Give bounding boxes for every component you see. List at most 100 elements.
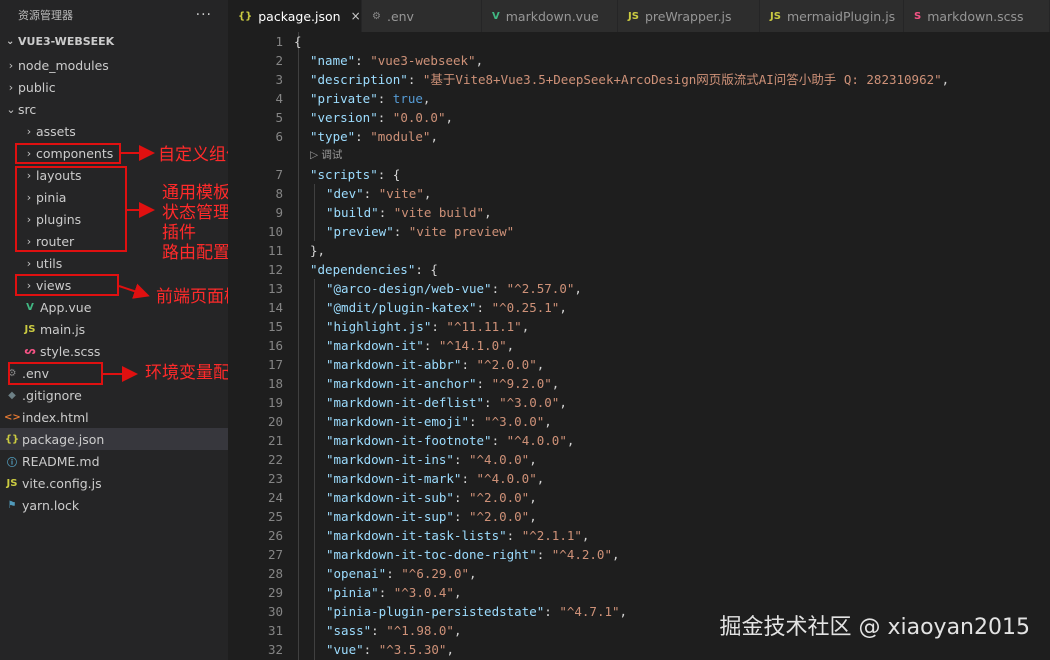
code-line: "version": "0.0.0", bbox=[294, 108, 1050, 127]
line-number: 19 bbox=[267, 395, 283, 410]
tab-env[interactable]: ⚙ .env bbox=[362, 0, 482, 32]
line-number: 9 bbox=[275, 205, 283, 220]
json-punctuation: , bbox=[453, 585, 462, 600]
code-line: }, bbox=[294, 241, 1050, 260]
json-key: "markdown-it-ins" bbox=[326, 452, 454, 467]
json-punctuation: : bbox=[393, 224, 409, 239]
line-number: 4 bbox=[275, 91, 283, 106]
json-key: "markdown-it-sub" bbox=[326, 490, 454, 505]
json-string: "vite preview" bbox=[408, 224, 515, 239]
code-line: "markdown-it-deflist": "^3.0.0", bbox=[294, 393, 1050, 412]
json-key: "type" bbox=[310, 129, 356, 144]
close-icon[interactable]: × bbox=[351, 9, 361, 23]
line-number: 1 bbox=[275, 34, 283, 49]
line-number: 12 bbox=[267, 262, 283, 277]
json-key: "pinia-plugin-persistedstate" bbox=[326, 604, 545, 619]
json-punctuation: : bbox=[431, 319, 447, 334]
json-punctuation: , bbox=[529, 509, 537, 524]
json-boolean: true bbox=[392, 91, 423, 106]
json-punctuation: , bbox=[536, 357, 545, 372]
json-punctuation: : bbox=[476, 376, 492, 391]
json-key: "markdown-it-deflist" bbox=[326, 395, 485, 410]
line-number bbox=[228, 146, 283, 165]
line-number: 6 bbox=[275, 129, 283, 144]
line-number: 2 bbox=[275, 53, 283, 68]
tab-mermaidplugin-js[interactable]: JS mermaidPlugin.js bbox=[760, 0, 904, 32]
json-key: "@arco-design/web-vue" bbox=[326, 281, 492, 296]
code-area[interactable]: {"name": "vue3-webseek", "description": "… bbox=[294, 32, 1050, 659]
json-key: "openai" bbox=[326, 566, 387, 581]
line-number: 11 bbox=[267, 243, 283, 258]
tab-label: .env bbox=[386, 8, 414, 24]
line-number: 27 bbox=[267, 547, 283, 562]
json-string: "基于Vite8+Vue3.5+DeepSeek+ArcoDesign网页版流式… bbox=[422, 72, 942, 87]
json-punctuation: , bbox=[446, 642, 454, 657]
json-punctuation: , bbox=[484, 205, 492, 220]
json-punctuation: , bbox=[529, 490, 537, 505]
code-line: "scripts": { bbox=[294, 165, 1050, 184]
line-number: 18 bbox=[267, 376, 283, 391]
line-number: 7 bbox=[275, 167, 283, 182]
json-string: "vue3-webseek" bbox=[370, 53, 476, 68]
line-number: 17 bbox=[267, 357, 283, 372]
json-punctuation: , bbox=[612, 547, 620, 562]
tab-label: markdown.vue bbox=[505, 8, 599, 24]
json-key: "markdown-it-anchor" bbox=[326, 376, 477, 391]
json-punctuation: : bbox=[363, 642, 379, 657]
debug-codelens[interactable]: ▷ 调试 bbox=[294, 146, 1050, 165]
annotation-router: 路由配置 bbox=[162, 243, 230, 263]
json-punctuation: , bbox=[566, 433, 575, 448]
code-line: "build": "vite build", bbox=[294, 203, 1050, 222]
code-line: "private": true, bbox=[294, 89, 1050, 108]
json-punctuation: , bbox=[453, 623, 462, 638]
json-punctuation: , bbox=[559, 300, 567, 315]
json-string: "vite" bbox=[378, 186, 424, 201]
json-punctuation: : bbox=[544, 604, 560, 619]
json-punctuation: : bbox=[476, 300, 492, 315]
json-key: "markdown-it-mark" bbox=[326, 471, 462, 486]
js-file-icon: JS bbox=[628, 10, 639, 22]
line-number: 21 bbox=[267, 433, 283, 448]
tab-markdown-vue[interactable]: Vmarkdown.vue bbox=[482, 0, 618, 32]
json-punctuation: , bbox=[529, 452, 537, 467]
json-punctuation: , bbox=[475, 53, 484, 68]
code-line: "@mdit/plugin-katex": "^0.25.1", bbox=[294, 298, 1050, 317]
json-punctuation: : bbox=[407, 72, 423, 87]
json-string: "^3.0.0" bbox=[499, 395, 560, 410]
json-string: "module" bbox=[370, 129, 431, 144]
code-line: "markdown-it-mark": "^4.0.0", bbox=[294, 469, 1050, 488]
code-line: "type": "module", bbox=[294, 127, 1050, 146]
code-line: "markdown-it-sup": "^2.0.0", bbox=[294, 507, 1050, 526]
json-string: "^2.0.0" bbox=[469, 509, 530, 524]
code-editor[interactable]: 1 2 3 4 5 6 7 8 9 10 11 12 13 14 15 16 17 18 19 20 21 22 23 24 2… bbox=[228, 32, 1050, 660]
json-string: "^6.29.0" bbox=[401, 566, 470, 581]
code-line: "openai": "^6.29.0", bbox=[294, 564, 1050, 583]
json-string: "^4.0.0" bbox=[469, 452, 530, 467]
json-key: "markdown-it-footnote" bbox=[326, 433, 492, 448]
json-punctuation: : bbox=[491, 433, 507, 448]
tab-package-json[interactable]: {} package.json × bbox=[228, 0, 362, 32]
tab-markdown-scss[interactable]: Smarkdown.scss bbox=[904, 0, 1050, 32]
code-line: "markdown-it-ins": "^4.0.0", bbox=[294, 450, 1050, 469]
json-punctuation: : { bbox=[415, 262, 438, 277]
tab-label: package.json bbox=[258, 8, 341, 24]
code-line: "markdown-it-footnote": "^4.0.0", bbox=[294, 431, 1050, 450]
line-number: 13 bbox=[267, 281, 283, 296]
line-number: 25 bbox=[267, 509, 283, 524]
json-punctuation: : bbox=[484, 395, 500, 410]
vue-file-icon: V bbox=[492, 10, 500, 22]
tab-prewrapper-js[interactable]: JS preWrapper.js bbox=[618, 0, 760, 32]
json-string: "^2.0.0" bbox=[476, 357, 537, 372]
line-number: 26 bbox=[267, 528, 283, 543]
json-punctuation: : bbox=[377, 110, 393, 125]
json-key: "markdown-it-toc-done-right" bbox=[326, 547, 537, 562]
json-string: "^11.11.1" bbox=[446, 319, 522, 334]
json-key: "version" bbox=[310, 110, 378, 125]
json-string: "^4.0.0" bbox=[506, 433, 567, 448]
code-line: "markdown-it-abbr": "^2.0.0", bbox=[294, 355, 1050, 374]
line-number: 5 bbox=[275, 110, 283, 125]
json-punctuation: : bbox=[386, 566, 402, 581]
line-number: 23 bbox=[267, 471, 283, 486]
json-key: "vue" bbox=[326, 642, 364, 657]
line-number: 28 bbox=[267, 566, 283, 581]
